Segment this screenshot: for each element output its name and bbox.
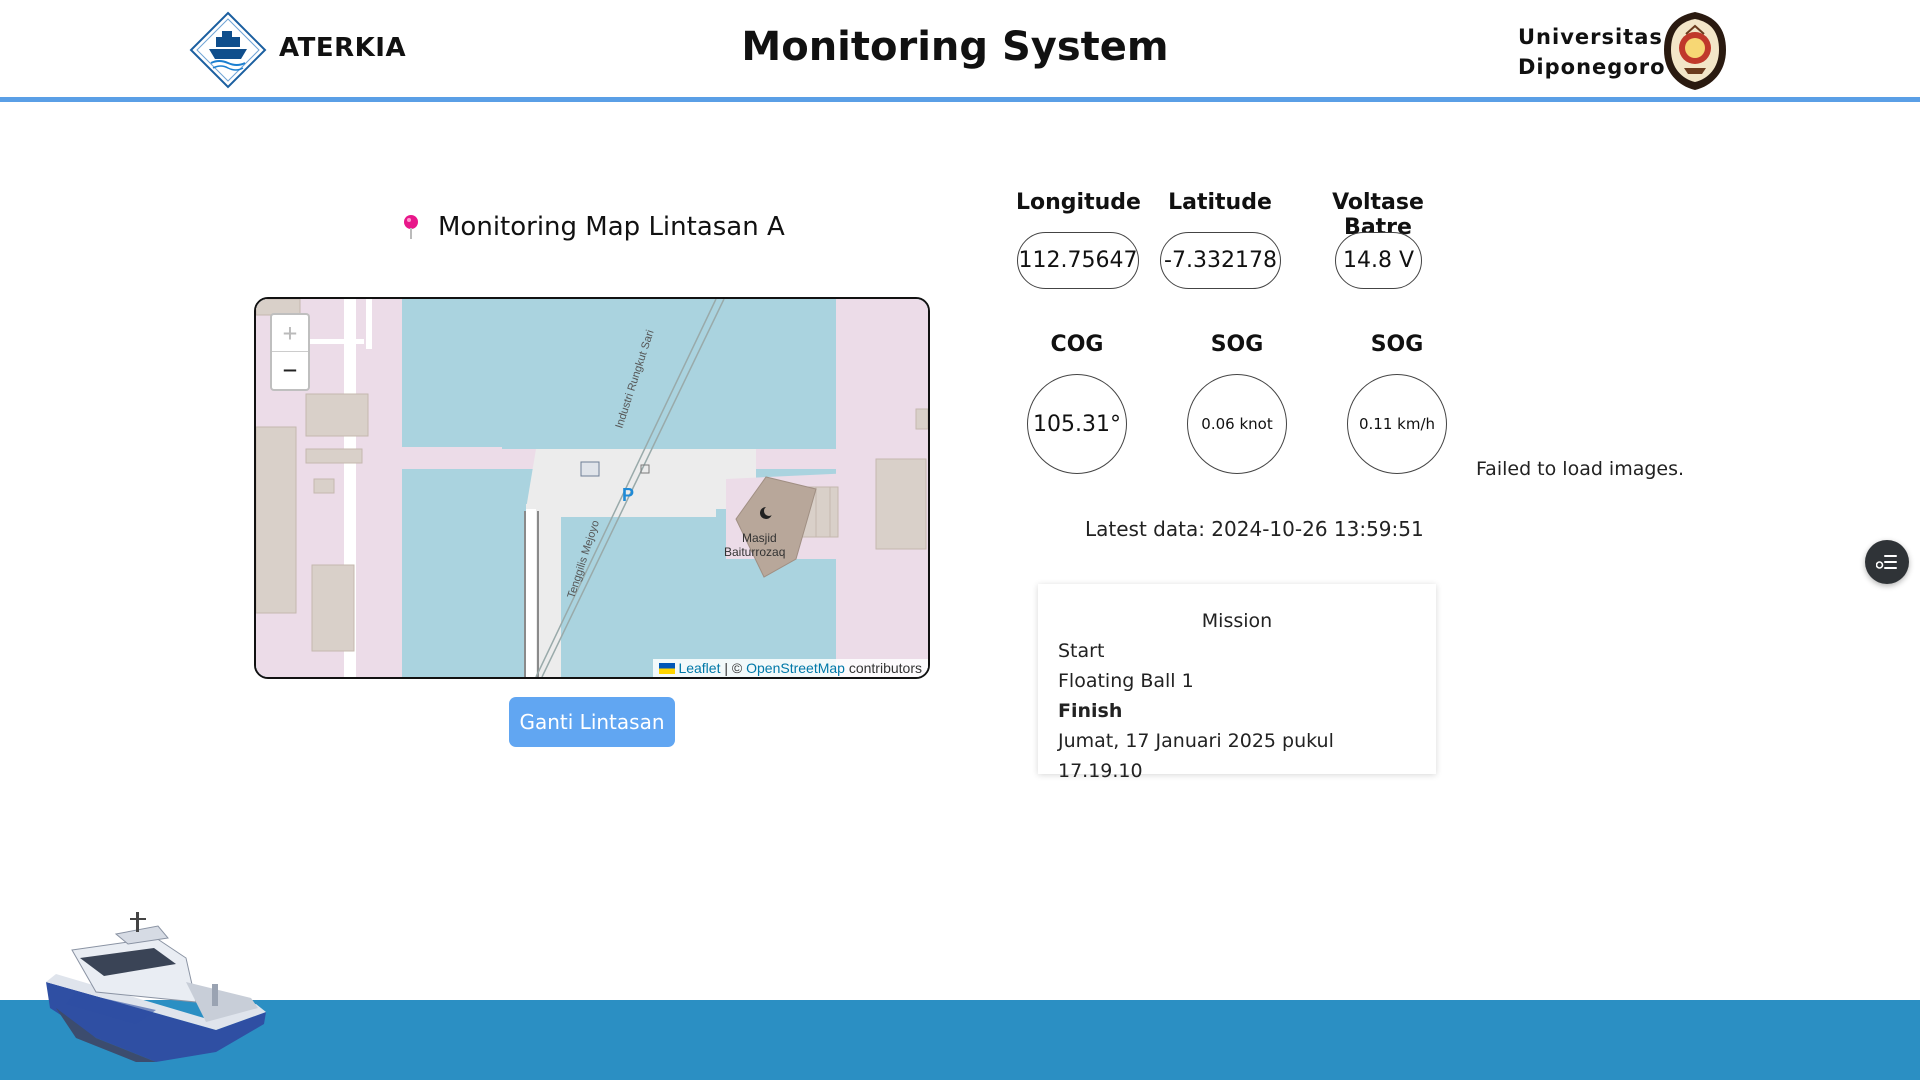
mission-finish-label: Finish <box>1058 700 1123 722</box>
ganti-lintasan-button[interactable]: Ganti Lintasan <box>509 697 675 747</box>
poi-label-line-1: Masjid <box>742 531 777 545</box>
floating-menu-button[interactable] <box>1865 540 1909 584</box>
mission-title: Mission <box>1201 610 1273 632</box>
mission-card: Mission Start Floating Ball 1 Finish Jum… <box>1038 584 1436 782</box>
openstreetmap-link[interactable]: OpenStreetMap <box>746 660 845 676</box>
map-heading: Monitoring Map Lintasan A <box>400 212 785 242</box>
attribution-separator: | © <box>720 660 747 676</box>
vessel-image <box>46 912 266 1062</box>
mission-item-floating-ball: Floating Ball 1 <box>1058 670 1194 692</box>
longitude-label: Longitude <box>1016 190 1141 215</box>
mission-finish-time: Jumat, 17 Januari 2025 pukul 17.19.10 <box>1058 730 1334 782</box>
poi-label-line-2: Baiturrozaq <box>724 545 785 559</box>
parking-label: P <box>622 485 634 505</box>
battery-voltage-value: 14.8 V <box>1335 232 1422 289</box>
sog-kmh-label: SOG <box>1370 332 1424 357</box>
sog-knot-label: SOG <box>1210 332 1264 357</box>
map-attribution: Leaflet | © OpenStreetMap contributors <box>653 659 928 677</box>
app-header: ATERKIA Monitoring System Universitas Di… <box>0 0 1920 102</box>
list-settings-icon <box>1876 555 1897 569</box>
map-pin-icon <box>404 215 418 239</box>
map-tiles[interactable]: Industri Rungkut Sari Tenggilis Mejoyo M… <box>256 299 928 677</box>
university-line-2: Diponegoro <box>1518 55 1666 79</box>
zoom-in-button[interactable]: + <box>272 315 308 352</box>
ukraine-flag-icon <box>659 663 676 674</box>
zoom-control: + − <box>270 313 310 391</box>
university-line-1: Universitas <box>1518 25 1663 49</box>
map-view[interactable]: Industri Rungkut Sari Tenggilis Mejoyo M… <box>254 297 930 679</box>
longitude-value: 112.75647 <box>1017 232 1139 289</box>
leaflet-link[interactable]: Leaflet <box>678 660 720 676</box>
sog-kmh-value: 0.11 km/h <box>1347 374 1447 474</box>
cog-value: 105.31° <box>1027 374 1127 474</box>
university-seal-logo <box>1664 12 1726 90</box>
latitude-label: Latitude <box>1168 190 1272 215</box>
cog-label: COG <box>1050 332 1104 357</box>
sog-knot-value: 0.06 knot <box>1187 374 1287 474</box>
latest-data-timestamp: Latest data: 2024-10-26 13:59:51 <box>1085 517 1424 541</box>
university-name: Universitas Diponegoro <box>1518 22 1666 82</box>
zoom-out-button[interactable]: − <box>272 352 308 389</box>
attribution-suffix: contributors <box>844 660 922 676</box>
map-title: Monitoring Map Lintasan A <box>438 212 785 242</box>
mission-item-start: Start <box>1058 640 1105 662</box>
images-status-text: Failed to load images. <box>1476 458 1685 480</box>
footer-band <box>0 1000 1920 1080</box>
latitude-value: -7.332178 <box>1160 232 1281 289</box>
